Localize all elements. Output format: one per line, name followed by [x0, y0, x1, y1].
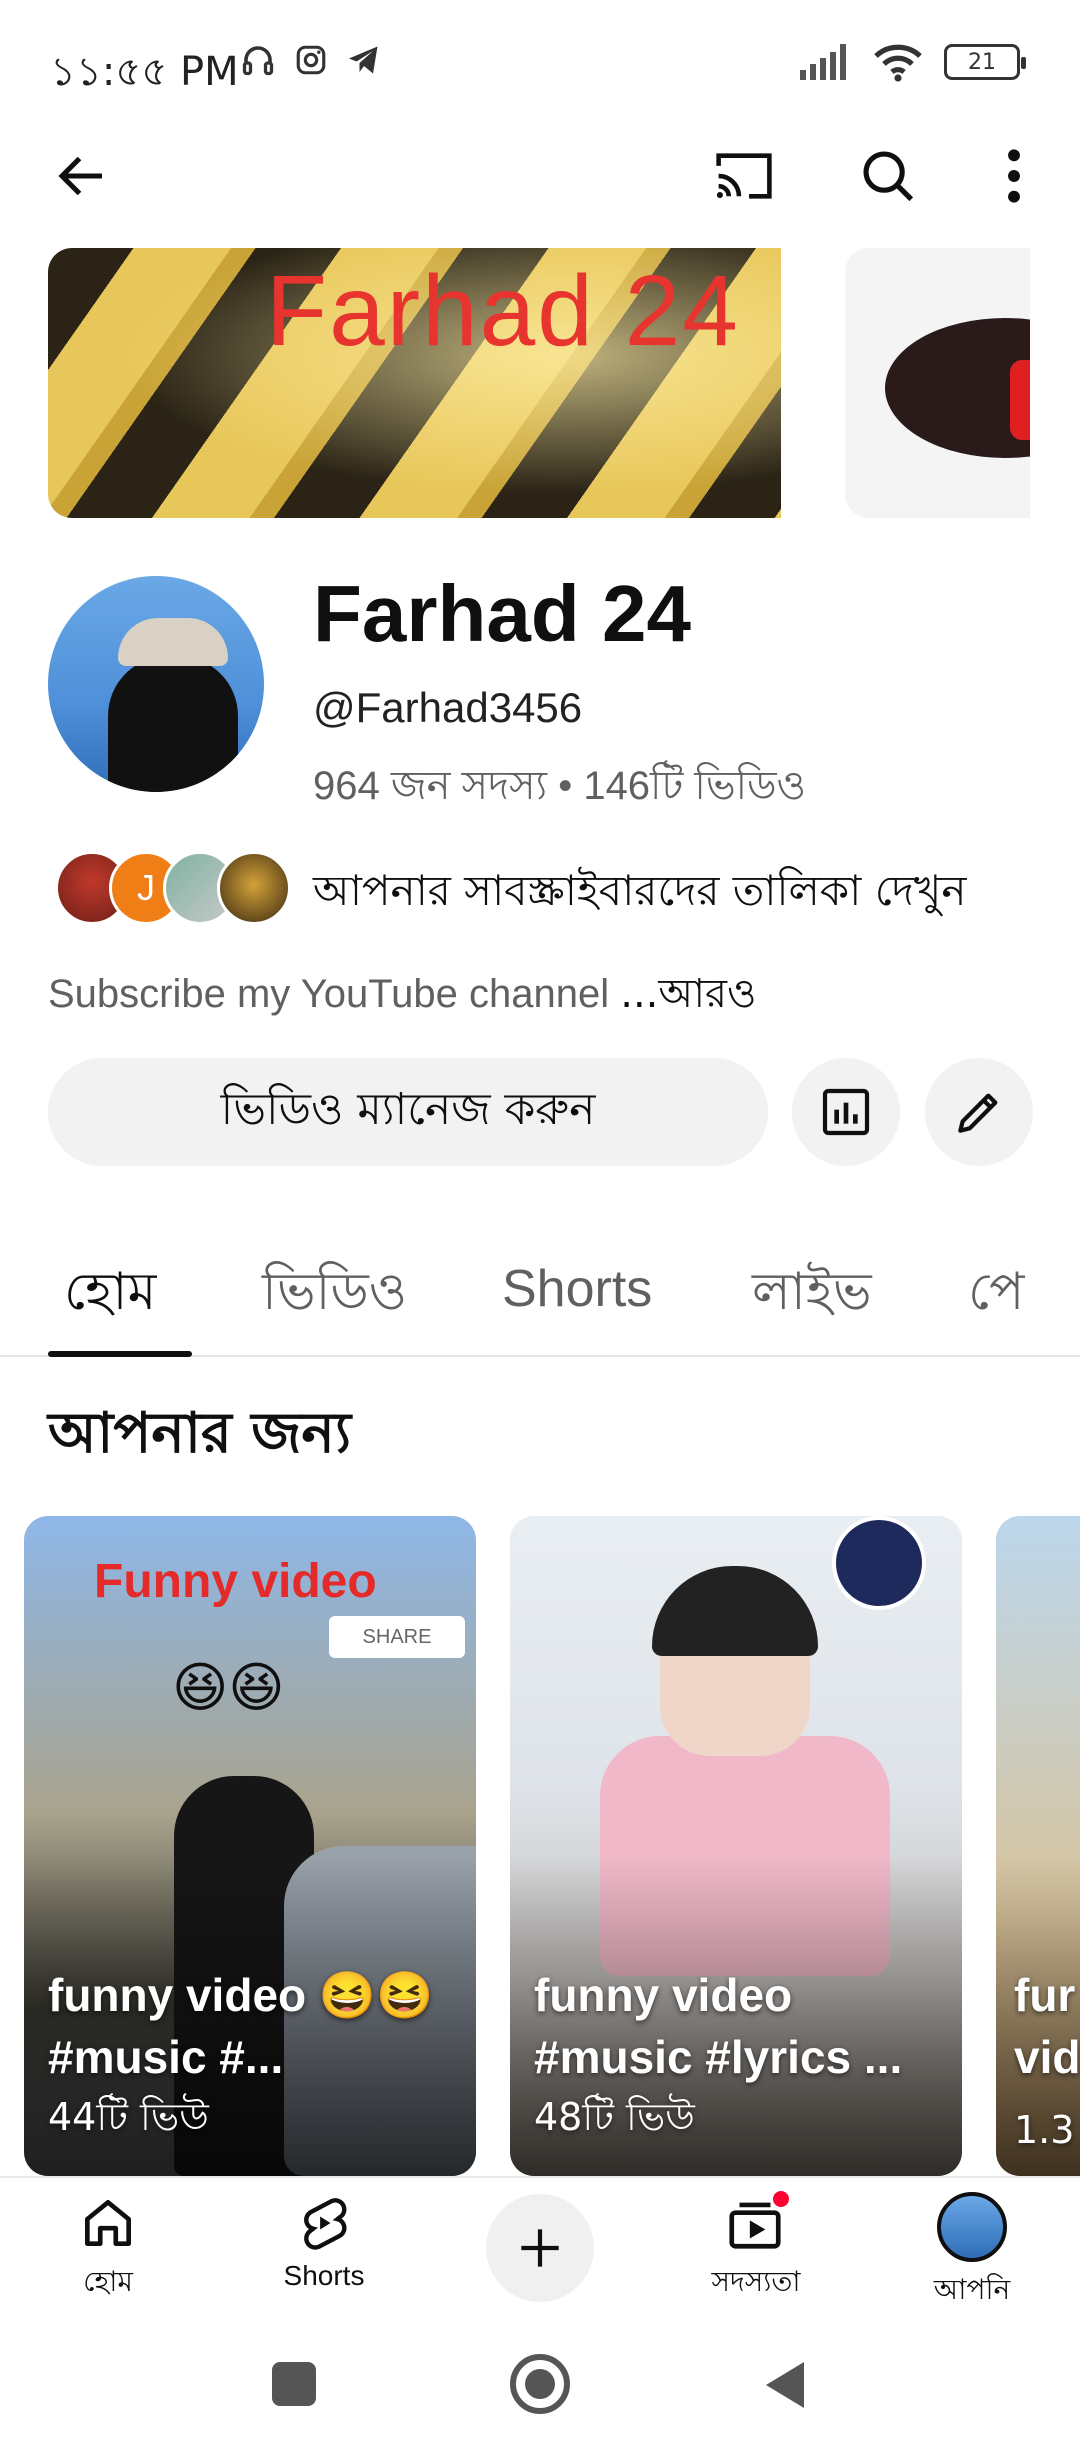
- short-views: 48টি ভিউ: [534, 2095, 695, 2139]
- analytics-button[interactable]: [792, 1058, 900, 1166]
- cast-icon: [716, 153, 772, 199]
- manage-videos-button[interactable]: ভিডিও ম্যানেজ করুন: [48, 1058, 768, 1166]
- home-dot: [525, 2369, 555, 2399]
- search-button[interactable]: [848, 136, 928, 216]
- channel-stats: 964 জন সদস্য • 146টি ভিডিও: [313, 764, 806, 808]
- tab-live[interactable]: লাইভ: [752, 1251, 872, 1338]
- shorts-icon: [304, 2198, 347, 2250]
- banner-disc-graphic: [885, 318, 1030, 458]
- search-icon: [863, 151, 914, 202]
- description-more-link[interactable]: ...আরও: [620, 971, 756, 1017]
- banner-title: Farhad 24: [266, 255, 740, 367]
- short-overlay-text: Funny video: [94, 1555, 377, 1608]
- avatar-figure: [108, 656, 238, 792]
- active-tab-indicator: [48, 1351, 192, 1357]
- short-emoji: 😆😆: [172, 1656, 285, 1719]
- banner-next-slide[interactable]: [845, 248, 1030, 518]
- channel-banner[interactable]: Farhad 24: [48, 248, 781, 518]
- channel-avatar[interactable]: [48, 576, 264, 792]
- nav-label: আপনি: [933, 2273, 1011, 2306]
- short-card[interactable]: funny video #music #lyrics ... 48টি ভিউ: [510, 1516, 962, 2176]
- tab-home[interactable]: হোম: [64, 1251, 156, 1338]
- back-button[interactable]: [42, 136, 122, 216]
- short-card[interactable]: Funny video SHARE 😆😆 funny video 😆😆 #mus…: [24, 1516, 476, 2176]
- avatar-cap: [118, 618, 228, 666]
- short-views: 1.3: [1014, 2108, 1075, 2152]
- nav-label: হোম: [83, 2265, 133, 2298]
- instagram-icon: [296, 45, 326, 75]
- tab-shorts[interactable]: Shorts: [502, 1259, 652, 1319]
- more-options-button[interactable]: [974, 136, 1054, 216]
- banner-red-graphic: [1010, 360, 1030, 440]
- home-icon: [85, 2200, 131, 2246]
- telegram-icon: [349, 46, 378, 74]
- short-title: funny video 😆😆 #music #...: [48, 1969, 434, 2083]
- nav-shorts[interactable]: Shorts: [244, 2192, 404, 2292]
- view-subscribers-link[interactable]: আপনার সাবস্ক্রাইবারদের তালিকা দেখুন: [313, 858, 966, 929]
- tab-posts[interactable]: পে: [968, 1251, 1024, 1338]
- section-title: আপনার জন্য: [48, 1401, 352, 1466]
- nav-label: Shorts: [283, 2260, 365, 2291]
- share-chip: SHARE: [329, 1616, 465, 1658]
- subscriber-avatars[interactable]: J: [55, 848, 291, 928]
- you-avatar: [937, 2192, 1007, 2262]
- edit-channel-button[interactable]: [925, 1058, 1033, 1166]
- home-system-button[interactable]: [510, 2354, 570, 2414]
- status-icons-right: 21: [800, 42, 1026, 82]
- nav-you[interactable]: আপনি: [892, 2192, 1052, 2315]
- analytics-icon: [822, 1088, 870, 1136]
- back-system-button[interactable]: [760, 2358, 808, 2412]
- more-vert-icon: [1008, 149, 1020, 203]
- channel-handle: @Farhad3456: [313, 684, 583, 731]
- status-time: ১১:৫৫ PM: [50, 49, 239, 95]
- nav-subscriptions[interactable]: সদস্যতা: [676, 2188, 836, 2307]
- channel-description[interactable]: Subscribe my YouTube channel ...আরও: [48, 962, 756, 1029]
- nav-create-button[interactable]: [486, 2194, 594, 2302]
- short-title: funny video #music #lyrics ...: [534, 1969, 903, 2083]
- status-icons-left: [240, 42, 382, 78]
- short-thumbnail-clock: [832, 1516, 926, 1610]
- tab-videos[interactable]: ভিডিও: [262, 1251, 407, 1338]
- channel-tabs: হোম ভিডিও Shorts লাইভ পে: [0, 1235, 1080, 1357]
- battery-indicator: 21: [944, 44, 1026, 80]
- app-bar: [0, 130, 1080, 230]
- channel-name: Farhad 24: [313, 569, 691, 658]
- short-thumbnail-hair: [652, 1566, 818, 1656]
- recents-button[interactable]: [272, 2362, 316, 2406]
- headphones-icon: [242, 46, 274, 76]
- nav-label: সদস্যতা: [711, 2265, 801, 2298]
- wifi-icon: [874, 44, 922, 82]
- description-text: Subscribe my YouTube channel: [48, 972, 621, 1016]
- bottom-navigation: হোম Shorts সদস্যতা আপনি: [0, 2176, 1080, 2312]
- short-title: fur vid: [1014, 1969, 1080, 2083]
- short-views: 44টি ভিউ: [48, 2095, 209, 2139]
- short-card[interactable]: fur vid 1.3: [996, 1516, 1080, 2176]
- pencil-icon: [958, 1093, 998, 1133]
- plus-icon: [521, 2229, 559, 2267]
- arrow-left-icon: [58, 156, 102, 196]
- status-bar: ১১:৫৫ PM 21: [0, 0, 1080, 130]
- subscriber-avatar: [217, 851, 291, 925]
- system-navigation: [0, 2312, 1080, 2460]
- subscriptions-icon-wrap: [724, 2188, 792, 2254]
- notification-dot: [770, 2188, 792, 2210]
- cast-button[interactable]: [704, 136, 784, 216]
- nav-home[interactable]: হোম: [28, 2192, 188, 2307]
- signal-icon: [800, 44, 846, 80]
